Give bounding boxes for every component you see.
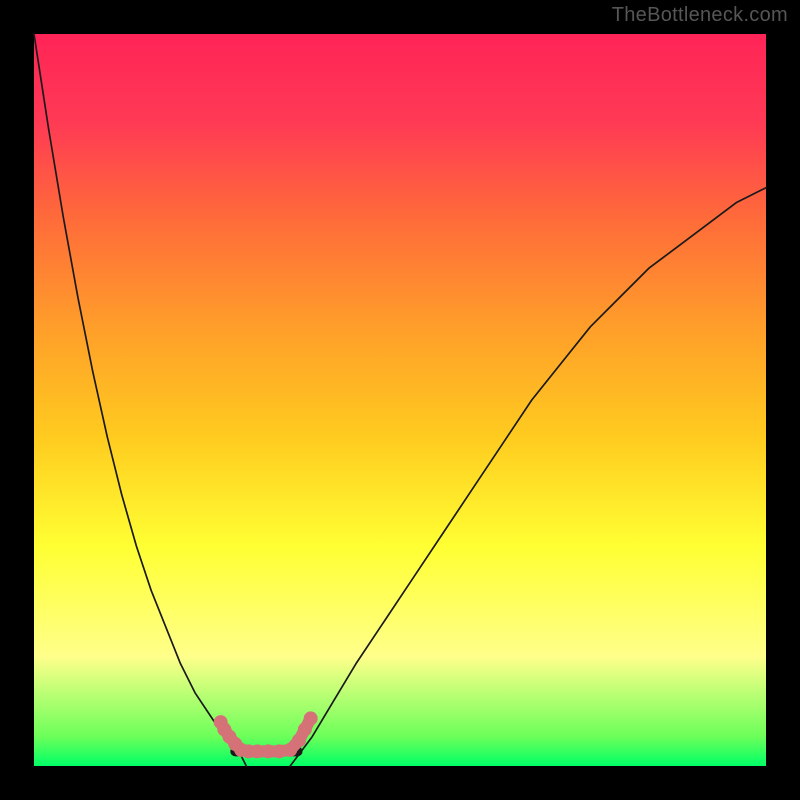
chart-svg: [34, 34, 766, 766]
marker-stroke-bottom: [241, 750, 290, 751]
watermark-text: TheBottleneck.com: [612, 4, 788, 27]
curve-left-curve: [34, 34, 246, 766]
marker-stroke-right: [290, 718, 311, 749]
plot-area: [34, 34, 766, 766]
chart-container: TheBottleneck.com: [0, 0, 800, 800]
curve-right-curve: [290, 188, 766, 766]
